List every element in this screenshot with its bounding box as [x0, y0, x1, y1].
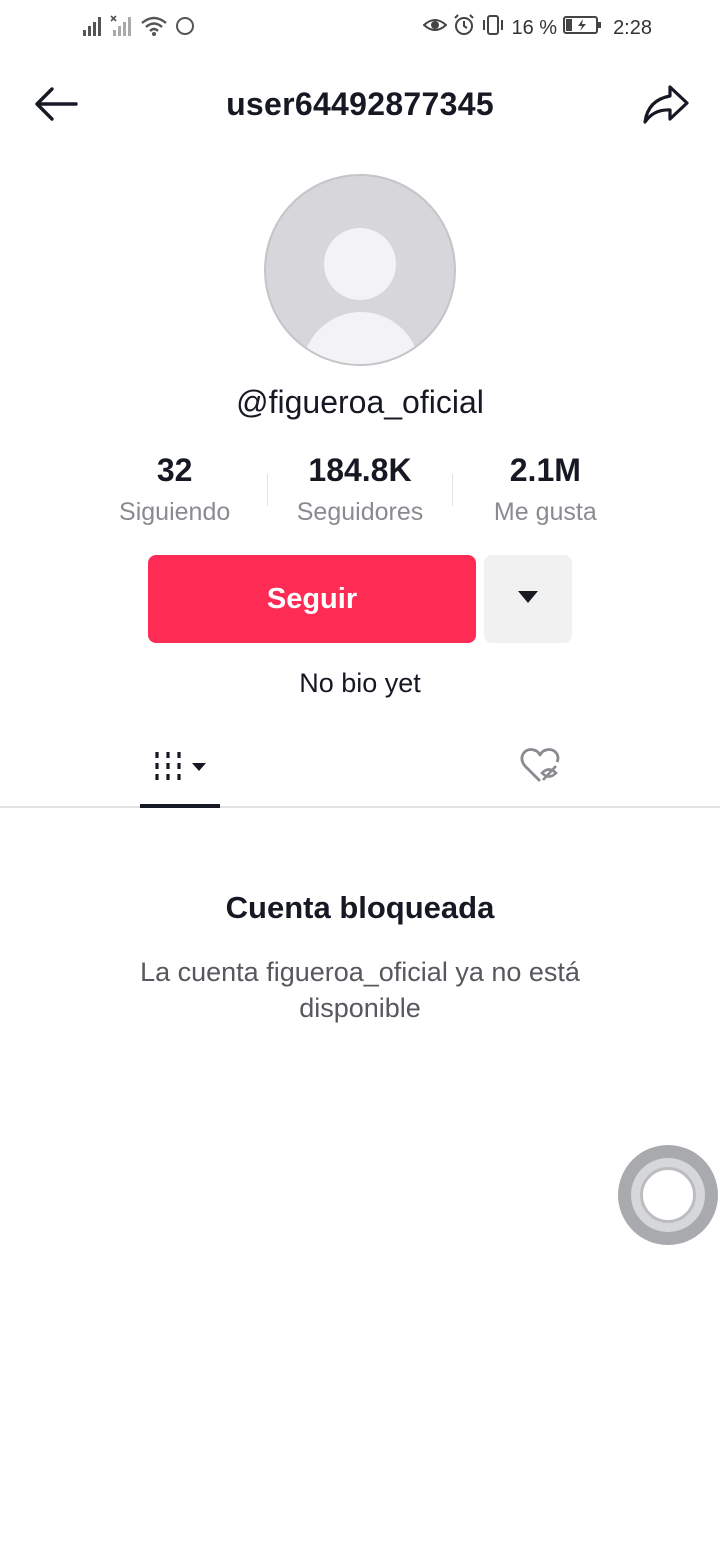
caret-down-icon [191, 759, 207, 777]
status-left [82, 14, 196, 42]
stat-following[interactable]: 32 Siguiendo [82, 450, 267, 536]
signal-no-sim-icon [110, 14, 134, 42]
wifi-icon [140, 15, 168, 42]
back-button[interactable] [30, 84, 82, 128]
page-title: user64492877345 [226, 86, 494, 122]
status-right: 16 % 2:28 [422, 14, 652, 42]
avatar[interactable] [264, 174, 456, 366]
stat-value: 184.8K [308, 452, 412, 488]
signal-icon [82, 15, 104, 42]
profile-bio: No bio yet [299, 668, 421, 698]
blocked-description: La cuenta figueroa_oficial ya no está di… [140, 957, 580, 1023]
status-bar: 16 % 2:28 [0, 0, 720, 56]
caret-down-icon [516, 589, 540, 610]
profile-stats: 32 Siguiendo 184.8K Seguidores 2.1M Me g… [82, 450, 638, 536]
profile-handle: @figueroa_oficial [236, 384, 484, 420]
battery-percent: 16 % [511, 16, 558, 39]
battery-charging-icon [563, 14, 603, 42]
avatar-head [324, 228, 396, 300]
suggested-accounts-button[interactable] [484, 555, 572, 643]
stat-label: Me gusta [493, 498, 597, 526]
share-button[interactable] [640, 82, 692, 130]
assistive-core [640, 1167, 696, 1223]
stat-value: 32 [156, 452, 193, 488]
stat-followers[interactable]: 184.8K Seguidores [267, 450, 452, 536]
profile-header: user64492877345 [0, 70, 720, 142]
status-time: 2:28 [613, 16, 652, 39]
arrow-left-icon [34, 86, 78, 127]
avatar-body [302, 312, 420, 364]
stat-label: Seguidores [296, 498, 424, 526]
tab-liked[interactable] [500, 730, 580, 806]
eye-icon [422, 15, 448, 41]
circle-icon [174, 15, 196, 42]
grid-columns-icon [153, 749, 183, 788]
heart-hidden-icon [519, 747, 561, 790]
stat-value: 2.1M [509, 452, 581, 488]
share-arrow-icon [642, 83, 690, 130]
vibrate-icon [481, 14, 505, 42]
stat-likes[interactable]: 2.1M Me gusta [453, 450, 638, 536]
profile-tabs [0, 730, 720, 808]
blocked-title: Cuenta bloqueada [225, 890, 495, 925]
assistive-touch-button[interactable] [618, 1145, 718, 1245]
alarm-icon [453, 14, 475, 42]
tab-active-indicator [140, 804, 220, 808]
tab-videos[interactable] [140, 730, 220, 806]
assistive-ring [631, 1158, 705, 1232]
follow-button[interactable]: Seguir [148, 555, 476, 643]
stat-label: Siguiendo [119, 498, 231, 526]
